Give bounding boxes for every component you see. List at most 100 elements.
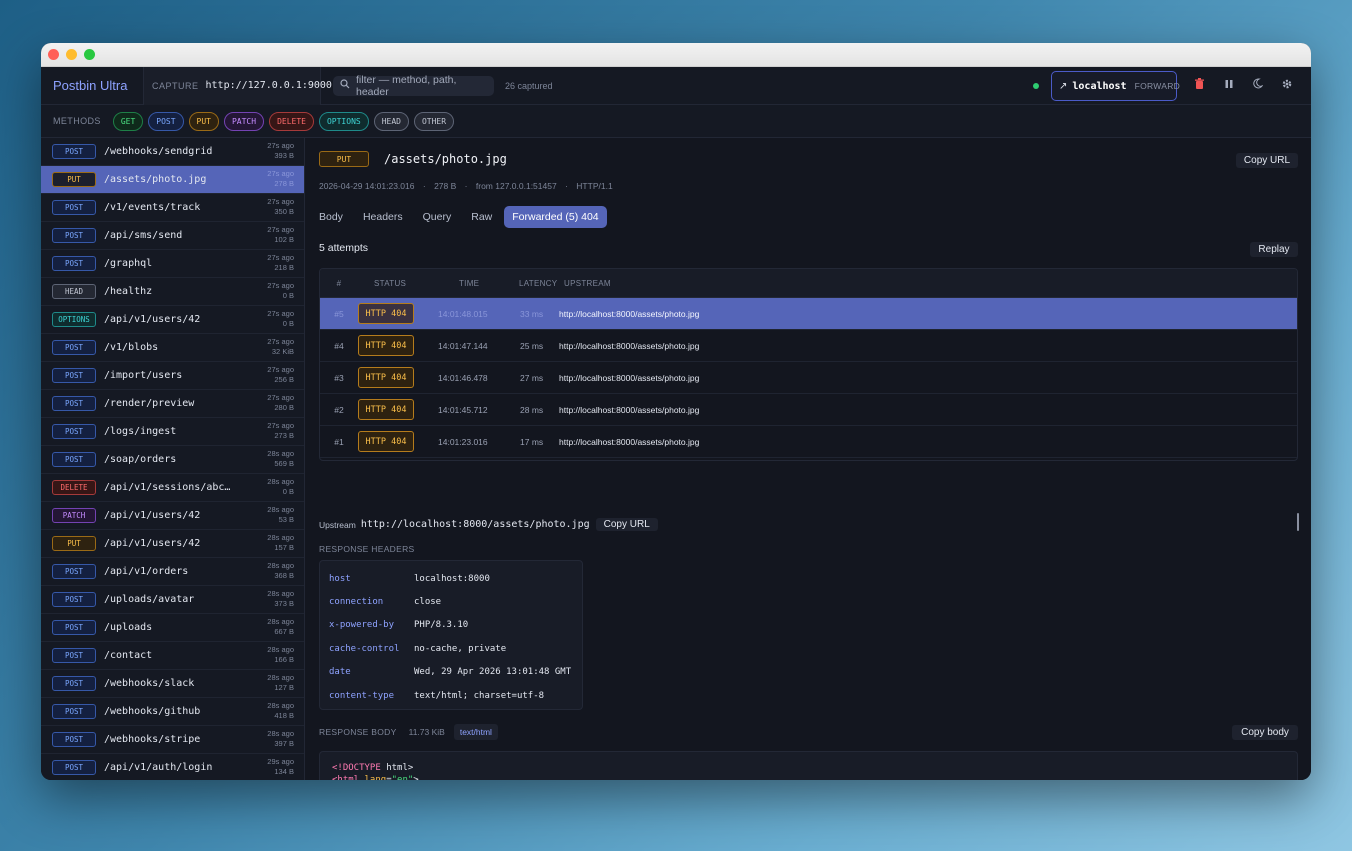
method-chip-put[interactable]: PUT xyxy=(188,111,219,131)
tab-raw[interactable]: Raw xyxy=(463,206,500,228)
request-list-item[interactable]: POST/webhooks/github 28s ago 418 B xyxy=(41,698,304,726)
request-list-item[interactable]: POST/import/users 27s ago 256 B xyxy=(41,362,304,390)
method-badge: PATCH xyxy=(52,508,96,523)
request-size: 218 B xyxy=(274,263,294,272)
request-list-item[interactable]: DELETE/api/v1/sessions/abc-1… 28s ago 0 B xyxy=(41,474,304,502)
request-path: /assets/photo.jpg xyxy=(384,152,507,166)
copy-upstream-url-button[interactable]: Copy URL xyxy=(595,518,658,531)
attempt-row[interactable]: #2 HTTP 404 14:01:45.712 28 ms http://localh… xyxy=(320,394,1297,426)
tab-query[interactable]: Query xyxy=(415,206,460,228)
request-list-item[interactable]: POST/webhooks/stripe 28s ago 397 B xyxy=(41,726,304,754)
attempt-upstream: http://localhost:8000/assets/photo.jpg xyxy=(559,372,700,383)
request-list-item[interactable]: POST/logs/ingest 27s ago 273 B xyxy=(41,418,304,446)
request-size: 368 B xyxy=(274,571,294,580)
method-chip-post[interactable]: POST xyxy=(148,111,184,131)
request-list-item[interactable]: POST/soap/orders 28s ago 569 B xyxy=(41,446,304,474)
copy-url-button[interactable]: Copy URL xyxy=(1236,153,1298,168)
request-path: /api/v1/users/42 xyxy=(104,510,201,521)
attempt-status-cell: HTTP 404 xyxy=(358,431,438,452)
attempt-number: #3 xyxy=(334,372,344,383)
request-list-item[interactable]: POST/graphql 27s ago 218 B xyxy=(41,250,304,278)
request-meta: 27s ago 273 B xyxy=(267,421,294,441)
request-list-item[interactable]: PUT/assets/photo.jpg 27s ago 278 B xyxy=(41,166,304,194)
request-age: 28s ago xyxy=(267,589,294,598)
request-path: /api/v1/users/42 xyxy=(104,314,201,325)
pause-icon[interactable] xyxy=(1224,78,1234,92)
status-badge: HTTP 404 xyxy=(358,335,414,356)
moon-icon[interactable] xyxy=(1252,78,1264,92)
replay-button[interactable]: Replay xyxy=(1250,242,1298,257)
method-chip-head[interactable]: HEAD xyxy=(373,111,409,131)
request-list-item[interactable]: POST/api/v1/auth/login 29s ago 134 B xyxy=(41,754,304,780)
capture-address[interactable]: CAPTURE http://127.0.0.1:9000 xyxy=(143,66,332,105)
request-list-item[interactable]: POST/webhooks/sendgrid 27s ago 393 B xyxy=(41,138,304,166)
header-value: PHP/8.3.10 xyxy=(414,620,469,631)
request-list-item[interactable]: POST/api/sms/send 27s ago 102 B xyxy=(41,222,304,250)
method-badge: POST xyxy=(52,620,96,635)
request-list-item[interactable]: POST/render/preview 27s ago 280 B xyxy=(41,390,304,418)
status-dot-icon xyxy=(1033,83,1039,89)
attempt-time: 14:01:46.478 xyxy=(438,372,488,383)
trash-icon[interactable] xyxy=(1194,78,1205,93)
request-meta: 27s ago 218 B xyxy=(267,253,294,273)
arrow-up-right-icon: ↗ xyxy=(1059,80,1068,92)
method-chip-patch[interactable]: PATCH xyxy=(223,111,265,131)
attempt-latency: 25 ms xyxy=(520,340,544,351)
request-size: 134 B xyxy=(274,767,294,776)
tab-forwarded[interactable]: Forwarded (5) 404 xyxy=(504,206,607,228)
attempt-row[interactable]: #3 HTTP 404 14:01:46.478 27 ms http://localh… xyxy=(320,362,1297,394)
request-path: /logs/ingest xyxy=(104,426,177,437)
request-list-item[interactable]: HEAD/healthz 27s ago 0 B xyxy=(41,278,304,306)
request-list-item[interactable]: POST/uploads/avatar 28s ago 373 B xyxy=(41,586,304,614)
request-list-item[interactable]: POST/api/v1/orders 28s ago 368 B xyxy=(41,558,304,586)
request-list-item[interactable]: POST/v1/blobs 27s ago 32 KiB xyxy=(41,334,304,362)
request-path: /v1/blobs xyxy=(104,342,159,353)
request-list-item[interactable]: POST/v1/events/track 27s ago 350 B xyxy=(41,194,304,222)
request-meta: 28s ago 569 B xyxy=(267,449,294,469)
method-chip-delete[interactable]: DELETE xyxy=(269,111,314,131)
request-size: 397 B xyxy=(274,739,294,748)
filter-input[interactable]: filter — method, path, header xyxy=(333,74,494,98)
forward-target-button[interactable]: ↗ localhost FORWARD xyxy=(1051,71,1180,101)
upstream-url: http://localhost:8000/assets/photo.jpg xyxy=(360,519,590,530)
request-size: 350 B xyxy=(274,207,294,216)
attempt-time: 14:01:23.016 xyxy=(438,436,488,447)
method-chip-other[interactable]: OTHER xyxy=(413,111,455,131)
request-list-item[interactable]: OPTIONS/api/v1/users/42 27s ago 0 B xyxy=(41,306,304,334)
request-age: 28s ago xyxy=(267,477,294,486)
maximize-window-button[interactable] xyxy=(84,49,95,60)
tab-body[interactable]: Body xyxy=(319,206,351,228)
method-badge: PUT xyxy=(52,172,96,187)
header-key: cache-control xyxy=(329,643,400,654)
request-meta: 27s ago 0 B xyxy=(267,281,294,301)
copy-body-button[interactable]: Copy body xyxy=(1232,725,1298,740)
request-age: 27s ago xyxy=(267,281,294,290)
request-list-item[interactable]: PUT/api/v1/users/42 28s ago 157 B xyxy=(41,530,304,558)
app-window: Postbin Ultra CAPTURE http://127.0.0.1:9… xyxy=(41,43,1311,780)
request-list-item[interactable]: POST/uploads 28s ago 667 B xyxy=(41,614,304,642)
scrollbar-thumb[interactable] xyxy=(1297,513,1299,531)
request-path: /render/preview xyxy=(104,398,195,409)
tab-headers[interactable]: Headers xyxy=(355,206,411,228)
request-age: 27s ago xyxy=(267,141,294,150)
attempt-row[interactable]: #1 HTTP 404 14:01:23.016 17 ms http://localh… xyxy=(320,426,1297,458)
attempt-number: #1 xyxy=(334,436,344,447)
close-window-button[interactable] xyxy=(48,49,59,60)
request-meta: 28s ago 127 B xyxy=(267,673,294,693)
column-number: # xyxy=(336,278,342,288)
method-badge: POST xyxy=(52,592,96,607)
request-list-item[interactable]: POST/contact 28s ago 166 B xyxy=(41,642,304,670)
attempt-row[interactable]: #4 HTTP 404 14:01:47.144 25 ms http://localh… xyxy=(320,330,1297,362)
method-chip-get[interactable]: GET xyxy=(112,111,144,131)
request-source: from 127.0.0.1:51457 xyxy=(475,181,557,191)
request-detail: PUT /assets/photo.jpg Copy URL 2026-04-2… xyxy=(305,138,1311,780)
gear-icon[interactable] xyxy=(1281,78,1293,93)
request-meta: 27s ago 32 KiB xyxy=(267,337,294,357)
attempt-row[interactable]: #5 HTTP 404 14:01:48.015 33 ms http://localh… xyxy=(320,298,1297,330)
minimize-window-button[interactable] xyxy=(66,49,77,60)
request-list-item[interactable]: POST/webhooks/slack 28s ago 127 B xyxy=(41,670,304,698)
method-badge: PUT xyxy=(52,536,96,551)
method-chip-options[interactable]: OPTIONS xyxy=(318,111,369,131)
column-time: TIME xyxy=(459,278,480,288)
request-list-item[interactable]: PATCH/api/v1/users/42 28s ago 53 B xyxy=(41,502,304,530)
